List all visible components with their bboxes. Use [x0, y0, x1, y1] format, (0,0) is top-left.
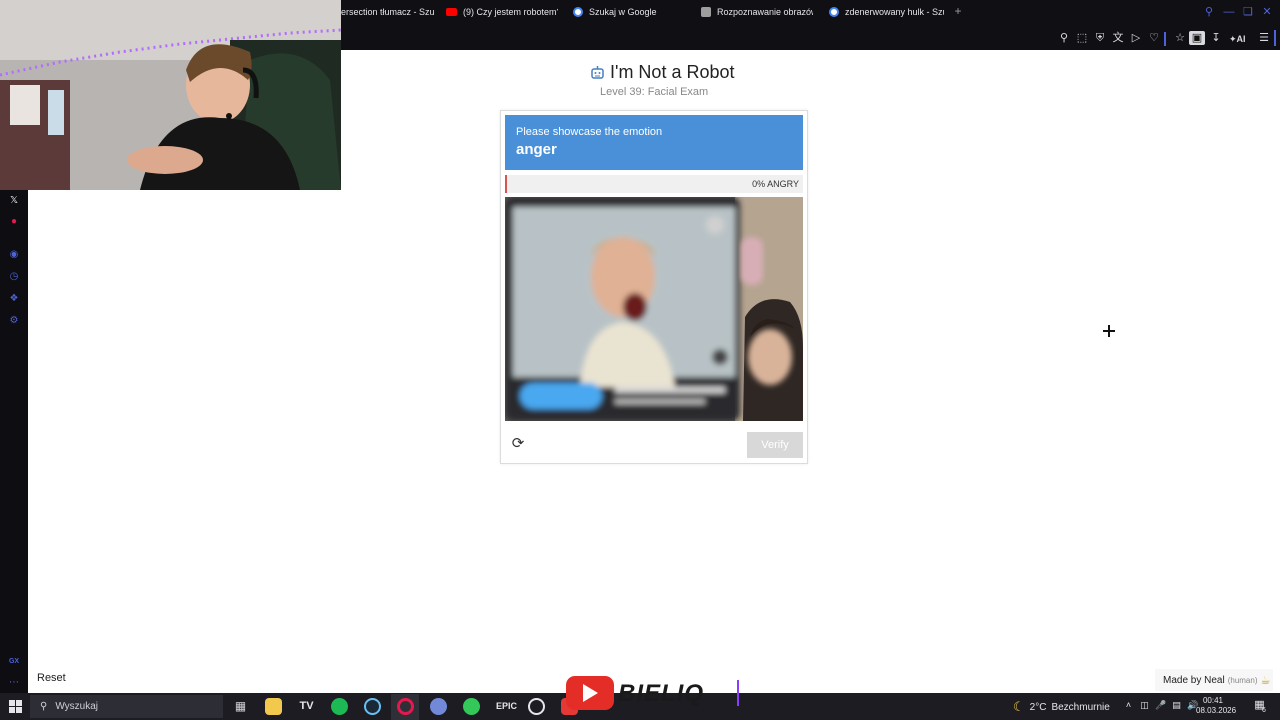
gx-logo-icon: GX — [8, 658, 20, 665]
level-subtitle: Level 39: Facial Exam — [600, 86, 709, 98]
made-by-note: (human) — [1227, 675, 1258, 685]
tradingview-icon[interactable]: TV — [298, 698, 315, 715]
coffee-icon: ☕ — [1260, 674, 1271, 687]
verify-button[interactable]: Verify — [747, 432, 803, 458]
clock-time: 00:41 — [1202, 696, 1224, 705]
translate-icon[interactable]: 文 — [1111, 31, 1125, 45]
search-icon: ⚲ — [40, 701, 48, 712]
weather-widget[interactable]: ☾ 2°C Bezchmurnie — [1013, 699, 1110, 715]
accent-bar — [1274, 30, 1276, 46]
microphone-icon[interactable]: 🎤 — [1155, 700, 1166, 711]
tab-label: (9) Czy jestem robotem? I — [463, 7, 558, 17]
history-icon[interactable]: ◷ — [7, 270, 21, 284]
close-icon[interactable]: ✕ — [1260, 5, 1274, 19]
emotion-meter-fill — [505, 175, 507, 193]
tab-label: ersection tłumacz - Szu — [341, 7, 435, 17]
player-icon[interactable]: ◉ — [7, 248, 21, 262]
minimize-icon[interactable]: — — [1222, 5, 1236, 19]
epic-games-icon[interactable]: EPIC — [496, 698, 517, 715]
opera-gx-icon[interactable]: ● — [7, 215, 21, 229]
crosshair-cursor-icon — [1103, 325, 1115, 337]
youtube-icon — [446, 8, 457, 16]
discord-icon[interactable] — [430, 698, 447, 715]
pin-icon[interactable]: ⚲ — [1057, 31, 1071, 45]
green-app-icon[interactable] — [463, 698, 480, 715]
page-title-row: I'm Not a Robot — [590, 61, 735, 83]
camera-view — [505, 197, 803, 421]
tray-device-icon[interactable]: ◫ — [1139, 700, 1150, 711]
notification-count: 6 — [1262, 707, 1266, 714]
google-icon — [573, 7, 583, 17]
send-icon[interactable]: ▷ — [1129, 31, 1143, 45]
restore-icon[interactable]: ❏ — [1241, 5, 1255, 19]
speedometer-icon[interactable] — [528, 698, 545, 715]
channel-name: BIELIQ — [618, 680, 705, 707]
moon-icon: ☾ — [1013, 699, 1025, 714]
extensions-sidebar-icon[interactable]: ❖ — [7, 292, 21, 306]
toolbar-divider — [1164, 32, 1166, 46]
refresh-icon[interactable]: ⟳ — [509, 435, 527, 453]
search-tabs-icon[interactable]: ⚲ — [1202, 5, 1216, 19]
new-tab-plus-icon[interactable]: + — [953, 5, 963, 17]
prompt-text: Please showcase the emotion — [516, 126, 663, 138]
file-explorer-icon[interactable] — [265, 698, 282, 715]
opera-gx-taskbar-icon[interactable] — [397, 698, 414, 715]
tab-hulk-search[interactable]: zdenerwowany hulk - Szu — [829, 4, 944, 20]
windows-start-icon[interactable] — [9, 700, 23, 714]
tab-label: zdenerwowany hulk - Szu — [845, 7, 944, 17]
webcam-overlay — [0, 0, 341, 190]
robot-icon — [591, 65, 604, 79]
snapshot-icon[interactable]: ⬚ — [1075, 31, 1089, 45]
browser-sidebar — [0, 190, 28, 693]
network-icon[interactable]: ▤ — [1171, 700, 1182, 711]
webcam-feed — [0, 0, 341, 190]
tab-google-search[interactable]: Szukaj w Google — [573, 4, 688, 20]
reset-button[interactable]: Reset — [37, 672, 66, 684]
taskbar-clock[interactable]: 00:41 08.03.2026 — [1196, 696, 1237, 716]
tray-chevron-icon[interactable]: ˄ — [1123, 700, 1134, 711]
steam-icon[interactable] — [364, 698, 381, 715]
made-by-text: Made by Neal — [1163, 674, 1225, 686]
spotify-icon[interactable] — [331, 698, 348, 715]
tab-label: Szukaj w Google — [589, 7, 657, 17]
camera-feed — [505, 197, 803, 421]
menu-icon[interactable]: ☰ — [1257, 31, 1271, 45]
emotion-word: anger — [516, 141, 557, 158]
search-placeholder: Wyszukaj — [55, 701, 99, 712]
made-by-credit[interactable]: Made by Neal (human) ☕ — [1155, 669, 1273, 691]
tab-image-recognition[interactable]: Rozpoznawanie obrazów — [701, 4, 813, 20]
clock-date: 08.03.2026 — [1196, 706, 1237, 715]
more-icon[interactable]: ⋯ — [7, 676, 21, 690]
weather-desc: Bezchmurnie — [1051, 701, 1110, 713]
google-icon — [829, 7, 839, 17]
x-twitter-icon[interactable]: 𝕏 — [7, 194, 21, 208]
tab-translator[interactable]: ersection tłumacz - Szu — [341, 4, 436, 20]
weather-temp: 2°C — [1029, 701, 1047, 713]
page-title: I'm Not a Robot — [610, 61, 735, 82]
channel-cursor-bar — [737, 680, 739, 706]
taskbar-search[interactable]: ⚲ Wyszukaj — [30, 695, 223, 718]
shield-icon[interactable]: ⛨ — [1093, 31, 1107, 45]
tab-robot-video[interactable]: (9) Czy jestem robotem? I — [446, 4, 558, 20]
download-icon[interactable]: ↧ — [1209, 31, 1223, 45]
emotion-meter-label: 0% ANGRY — [752, 179, 799, 189]
ai-label: AI — [1236, 34, 1246, 44]
camera-icon[interactable]: ▣ — [1189, 31, 1205, 45]
ai-button[interactable]: ✦AI — [1229, 32, 1246, 46]
tab-label: Rozpoznawanie obrazów — [717, 7, 813, 17]
extensions-icon[interactable]: ☆ — [1173, 31, 1187, 45]
task-view-icon[interactable]: ▦ — [232, 698, 249, 715]
heart-icon[interactable]: ♡ — [1147, 31, 1161, 45]
lens-icon — [701, 7, 711, 17]
settings-icon[interactable]: ⚙ — [7, 314, 21, 328]
youtube-logo-icon — [566, 676, 614, 710]
